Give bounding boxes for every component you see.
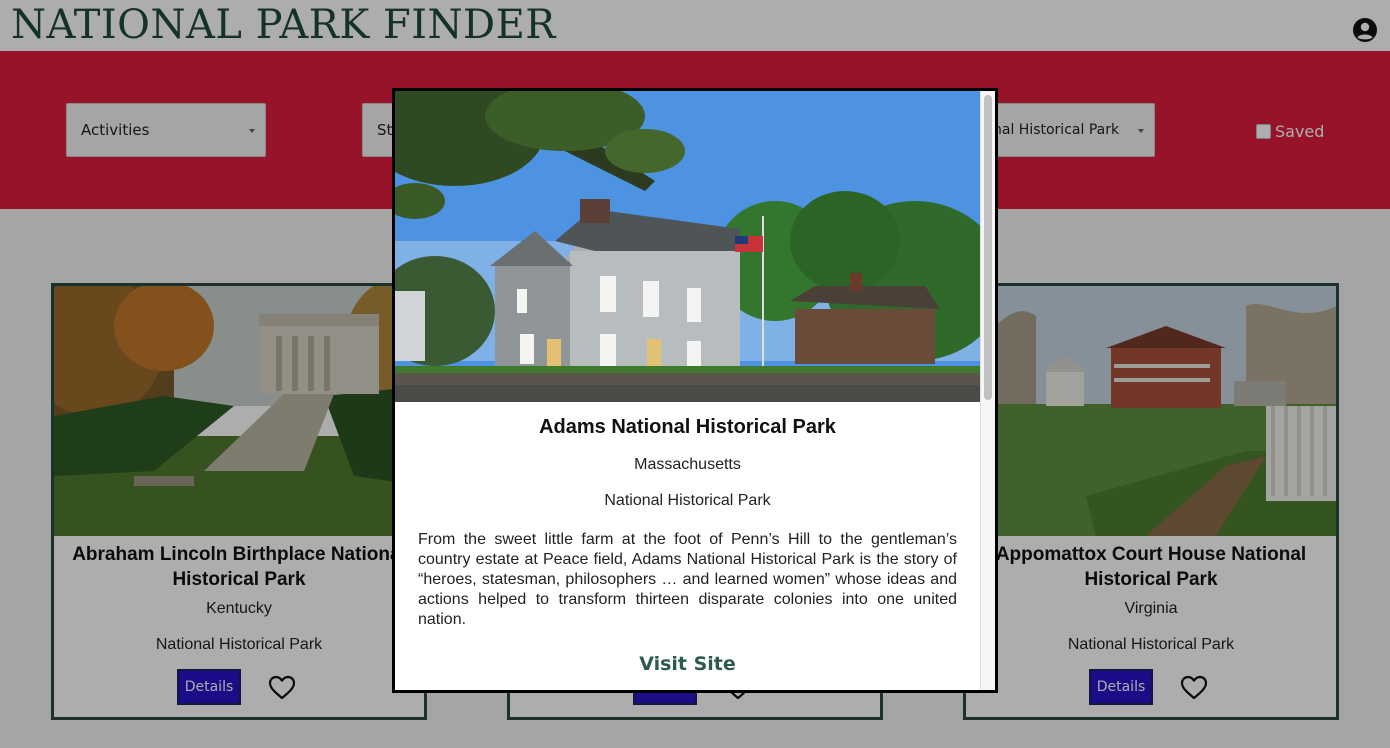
visit-site-link[interactable]: Visit Site bbox=[395, 653, 980, 675]
modal-scrollbar-thumb[interactable] bbox=[984, 95, 992, 400]
modal-description: From the sweet little farm at the foot o… bbox=[418, 531, 957, 628]
modal-scrollbar[interactable] bbox=[980, 91, 995, 690]
modal-title: Adams National Historical Park bbox=[539, 416, 836, 438]
modal-designation: National Historical Park bbox=[604, 492, 771, 509]
park-photo bbox=[395, 91, 980, 402]
modal-state: Massachusetts bbox=[634, 456, 741, 473]
park-details-modal: Adams National Historical Park Massachus… bbox=[392, 88, 998, 693]
